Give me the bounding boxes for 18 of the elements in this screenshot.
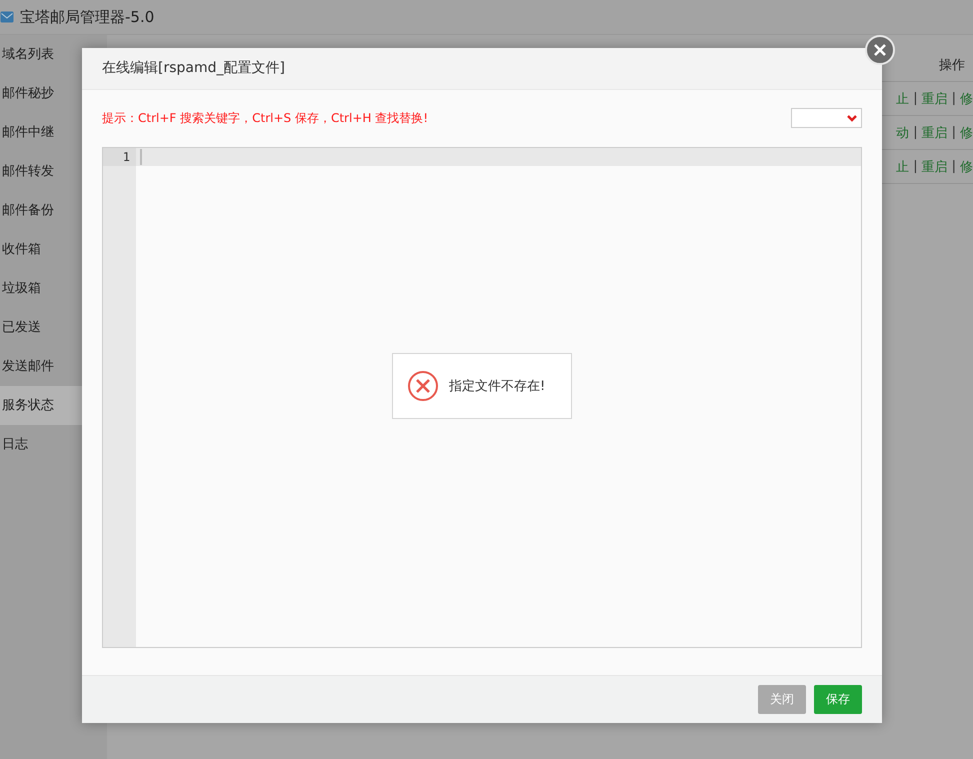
separator: | — [952, 125, 956, 140]
separator: | — [952, 91, 956, 106]
error-icon — [407, 370, 439, 402]
line-number: 1 — [103, 148, 136, 166]
separator: | — [952, 159, 956, 174]
caret-icon — [847, 114, 857, 122]
close-icon[interactable] — [865, 35, 895, 65]
separator: | — [913, 91, 918, 106]
mail-icon — [0, 11, 14, 23]
save-button[interactable]: 保存 — [814, 684, 862, 714]
app-title: 宝塔邮局管理器-5.0 — [20, 8, 154, 26]
separator: | — [913, 159, 918, 174]
hint-text: 提示：Ctrl+F 搜索关键字，Ctrl+S 保存，Ctrl+H 查找替换! — [102, 110, 428, 127]
column-header: 操作 — [939, 56, 965, 74]
text-cursor — [140, 148, 142, 165]
toast-message: 指定文件不存在! — [449, 378, 546, 395]
dialog-title: 在线编辑[rspamd_配置文件] — [102, 59, 285, 78]
separator: | — [913, 125, 918, 140]
